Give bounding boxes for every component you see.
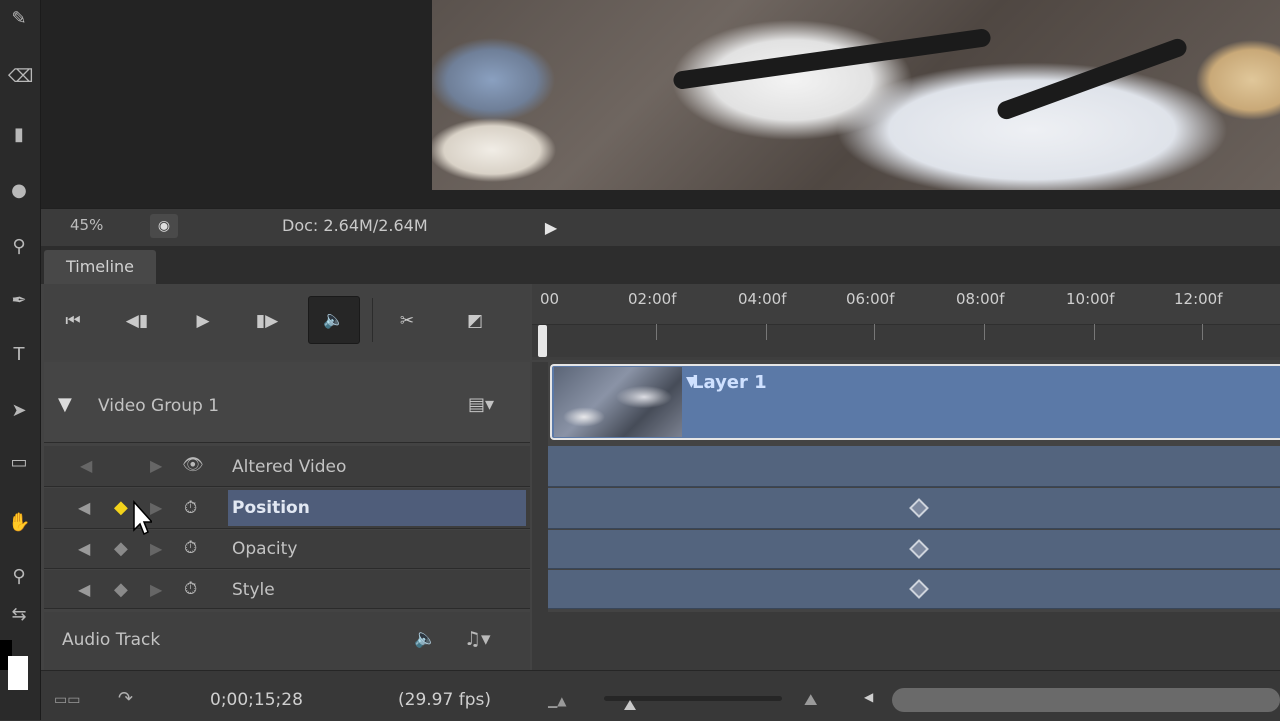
ruler-tick (766, 324, 767, 340)
prev-keyframe-icon[interactable]: ◀ (78, 580, 90, 599)
eye-icon[interactable]: 👁 (182, 455, 204, 475)
pen-tool-icon[interactable]: ✒ (8, 290, 30, 312)
go-to-first-frame-icon[interactable]: ⏮ (56, 304, 90, 338)
audio-track-label: Audio Track (62, 630, 161, 650)
music-note-menu-icon[interactable]: ♫▾ (464, 628, 491, 650)
film-strip-menu-icon[interactable]: ▤▾ (468, 394, 494, 415)
ruler-label: 02:00f (628, 290, 677, 308)
ruler-tick (874, 324, 875, 340)
status-menu-arrow-icon[interactable]: ▶ (540, 217, 562, 239)
zoom-in-icon[interactable]: ⛰ (804, 690, 817, 710)
zoom-tool-icon[interactable]: ⚲ (8, 566, 30, 588)
clip-label: Layer 1 (692, 372, 767, 393)
bird-wing-stripe (672, 27, 992, 91)
previous-frame-icon[interactable]: ◀▮ (120, 304, 154, 338)
keyframe-toggle-icon[interactable]: ◆ (114, 538, 128, 559)
zoom-options-icon[interactable]: ◉ (150, 214, 178, 238)
property-label: Altered Video (232, 457, 347, 477)
ruler-label: 10:00f (1066, 290, 1115, 308)
tab-timeline[interactable]: Timeline (44, 250, 156, 284)
clip-thumbnail (554, 367, 682, 437)
hand-tool-icon[interactable]: ✋ (8, 512, 30, 534)
status-bar (41, 208, 1280, 248)
ruler-tick (1094, 324, 1095, 340)
transition-icon[interactable]: ◩ (458, 304, 492, 338)
shape-tool-icon[interactable]: ▭ (8, 452, 30, 474)
ruler-label: 06:00f (846, 290, 895, 308)
keyframe-toggle-icon[interactable]: ◆ (114, 497, 128, 518)
dodge-tool-icon[interactable]: ⚲ (8, 236, 30, 258)
keyframe-toggle-icon[interactable]: ◆ (114, 579, 128, 600)
zoom-level[interactable]: 45% (70, 216, 103, 234)
horizontal-scrollbar[interactable] (892, 688, 1280, 712)
split-icon[interactable]: ✂ (390, 304, 424, 338)
audio-lane[interactable] (532, 612, 1280, 670)
path-select-tool-icon[interactable]: ➤ (8, 400, 30, 422)
prev-keyframe-icon[interactable]: ◀ (78, 539, 90, 558)
ruler-label: 12:00f (1174, 290, 1223, 308)
type-tool-icon[interactable]: T (8, 344, 30, 366)
stopwatch-icon[interactable]: ⏱ (184, 579, 197, 599)
current-timecode[interactable]: 0;00;15;28 (210, 690, 303, 710)
property-label: Position (232, 498, 310, 518)
video-frame-image (432, 0, 1280, 190)
brush-tool-icon[interactable]: ✎ (8, 8, 30, 30)
stopwatch-icon[interactable]: ⏱ (184, 498, 197, 518)
mouse-pointer-icon (133, 500, 152, 536)
next-frame-icon[interactable]: ▮▶ (250, 304, 284, 338)
ruler-tick (656, 324, 657, 340)
blur-tool-icon[interactable]: ● (8, 180, 30, 202)
ruler-label: 00 (540, 290, 560, 308)
property-label: Style (232, 580, 275, 600)
playhead[interactable] (538, 325, 547, 357)
next-keyframe-icon[interactable]: ▶ (150, 456, 162, 475)
ruler-tick (984, 324, 985, 340)
render-icon[interactable]: ▭▭ (54, 692, 80, 708)
eraser-tool-icon[interactable]: ⌫ (8, 66, 33, 88)
property-label: Opacity (232, 539, 298, 559)
prev-keyframe-icon[interactable]: ◀ (78, 498, 90, 517)
track-gutter (532, 362, 548, 612)
property-lane[interactable] (548, 446, 1280, 487)
swap-colors-icon[interactable]: ⇆ (8, 604, 30, 626)
scroll-left-arrow-icon[interactable]: ◀ (864, 690, 873, 704)
work-area-band[interactable] (532, 324, 1280, 357)
play-icon[interactable]: ▶ (186, 304, 220, 338)
ruler-label: 04:00f (738, 290, 787, 308)
zoom-out-icon[interactable]: ▁▲ (548, 694, 566, 708)
divider (372, 298, 373, 342)
gradient-tool-icon[interactable]: ▮ (8, 124, 30, 146)
stopwatch-icon[interactable]: ⏱ (184, 538, 197, 558)
background-color-swatch[interactable] (8, 656, 28, 690)
next-keyframe-icon[interactable]: ▶ (150, 580, 162, 599)
next-keyframe-icon[interactable]: ▶ (150, 539, 162, 558)
document-size: Doc: 2.64M/2.64M (282, 216, 428, 235)
timeline-zoom-slider[interactable] (604, 696, 782, 701)
prev-keyframe-icon[interactable]: ◀ (80, 456, 92, 475)
ruler-label: 08:00f (956, 290, 1005, 308)
frame-rate: (29.97 fps) (398, 690, 491, 710)
bird-wing-stripe (994, 36, 1190, 122)
panel-tab-bar (41, 246, 1280, 284)
audio-icon[interactable]: 🔈 (308, 296, 360, 344)
collapse-triangle-icon[interactable]: ▼ (58, 394, 72, 415)
convert-frame-icon[interactable]: ↷ (118, 688, 133, 709)
ruler-tick (1202, 324, 1203, 340)
mute-audio-icon[interactable]: 🔈 (414, 628, 436, 649)
tools-panel: ✎ ⌫ ▮ ● ⚲ ✒ T ➤ ▭ ✋ ⚲ ⇆ (0, 0, 41, 720)
video-group-label: Video Group 1 (98, 396, 220, 416)
